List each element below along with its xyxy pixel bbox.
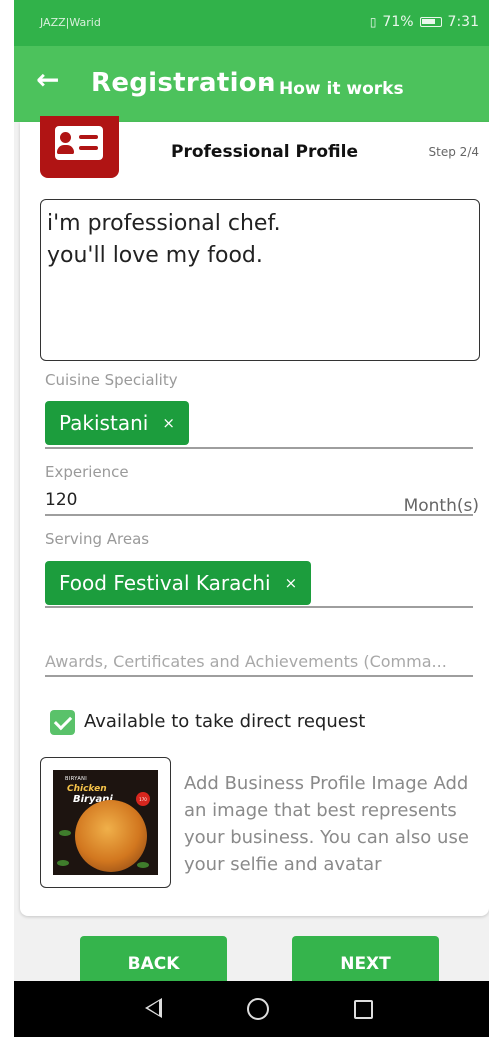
serving-area-chip[interactable]: Food Festival Karachi ×	[45, 561, 312, 605]
card-title: Professional Profile	[171, 142, 358, 162]
business-image: BIRYANI Chicken Biryani 170	[53, 770, 158, 875]
direct-request-checkbox[interactable]	[50, 710, 75, 735]
experience-label: Experience	[45, 463, 129, 481]
profile-image-picker[interactable]: BIRYANI Chicken Biryani 170	[40, 757, 171, 888]
chip-label: Food Festival Karachi	[59, 571, 271, 595]
cuisine-chip[interactable]: Pakistani ×	[45, 401, 189, 445]
square-recents-icon[interactable]	[354, 1000, 373, 1019]
title-separator: -	[262, 72, 272, 97]
cuisine-label: Cuisine Speciality	[45, 371, 178, 389]
status-bar: JAZZ|Warid ▯ 71% 7:31	[14, 0, 489, 46]
experience-underline	[45, 514, 473, 516]
experience-unit: Month(s)	[403, 496, 479, 516]
battery-icon	[419, 17, 442, 27]
close-icon[interactable]: ×	[285, 574, 298, 592]
bio-textarea[interactable]: i'm professional chef. you'll love my fo…	[40, 199, 480, 361]
vibrate-icon: ▯	[369, 15, 377, 29]
chip-label: Pakistani	[59, 411, 149, 435]
experience-input[interactable]: 120	[45, 490, 77, 510]
id-card-icon	[40, 116, 119, 178]
phone-screen: JAZZ|Warid ▯ 71% 7:31 ← Registration - H…	[14, 0, 489, 1037]
battery-percent: 71%	[382, 14, 414, 30]
step-indicator: Step 2/4	[428, 145, 479, 159]
carrier-label: JAZZ|Warid	[40, 16, 101, 29]
awards-underline	[45, 675, 473, 677]
circle-home-icon[interactable]	[247, 998, 269, 1020]
page-title: Registration	[91, 68, 276, 98]
serving-areas-underline	[45, 606, 473, 608]
serving-areas-label: Serving Areas	[45, 530, 150, 548]
awards-input[interactable]: Awards, Certificates and Achievements (C…	[45, 652, 473, 671]
profile-image-description: Add Business Profile Image Add an image …	[184, 773, 469, 875]
system-nav-bar	[14, 981, 489, 1037]
close-icon[interactable]: ×	[162, 414, 175, 432]
clock: 7:31	[447, 14, 479, 30]
how-it-works-link[interactable]: How it works	[279, 79, 404, 99]
cuisine-underline	[45, 447, 473, 449]
arrow-left-icon[interactable]: ←	[36, 66, 59, 94]
status-right: ▯ 71% 7:31	[370, 14, 479, 30]
profile-card: Professional Profile Step 2/4 i'm profes…	[20, 116, 489, 916]
triangle-back-icon[interactable]	[145, 998, 162, 1018]
app-bar: ← Registration - How it works	[14, 46, 489, 122]
direct-request-label: Available to take direct request	[84, 711, 366, 732]
